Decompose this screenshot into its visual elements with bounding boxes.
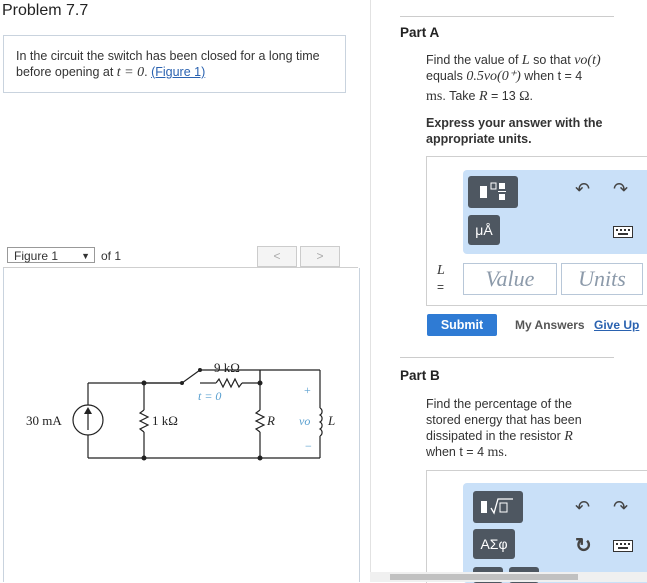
part-b-question-line4: when t = 4 ms.	[426, 445, 508, 460]
part-a-question-line3: ms. Take R = 13 Ω.	[426, 89, 534, 104]
part-b-question-line1: Find the percentage of the	[426, 397, 572, 411]
intro-box: In the circuit the switch has been close…	[3, 35, 346, 93]
figure-count: of 1	[101, 249, 122, 263]
give-up-link[interactable]: Give Up	[594, 318, 639, 332]
part-a-instructions: Express your answer with the appropriate…	[426, 116, 603, 146]
undo-icon[interactable]: ↶	[575, 497, 590, 518]
minus-label: −	[305, 439, 312, 453]
keyboard-icon[interactable]	[613, 226, 633, 238]
answer-variable: L	[437, 263, 445, 278]
answer-panel: Part A Find the value of L so that vo(t)…	[370, 0, 647, 583]
horizontal-scrollbar[interactable]	[370, 572, 647, 582]
units-input[interactable]: Units	[561, 263, 643, 295]
scrollbar-thumb[interactable]	[390, 574, 578, 580]
sqrt-template-icon	[481, 498, 513, 515]
reset-icon[interactable]: ↻	[575, 533, 592, 558]
r2-label: 9 kΩ	[214, 360, 240, 375]
l-label: L	[327, 413, 335, 428]
divider	[400, 16, 614, 17]
vo-label: vo	[299, 414, 310, 428]
divider	[400, 357, 614, 358]
figure-toolbar: Figure 1 ▼ of 1 < >	[3, 245, 358, 268]
math-toolbar-b: ΑΣφ ↶ ↷ ↻	[463, 483, 647, 583]
redo-icon[interactable]: ↷	[613, 179, 628, 200]
templates-tool-button-b[interactable]	[473, 491, 523, 523]
part-a-question-line2: equals 0.5vo(0⁺) when t = 4	[426, 69, 583, 84]
figure-select[interactable]: Figure 1 ▼	[7, 247, 95, 263]
figure-select-value: Figure 1	[14, 249, 59, 263]
part-a-label: Part A	[400, 25, 440, 40]
greek-tool-button[interactable]: ΑΣφ	[473, 529, 515, 559]
switch-label: t = 0	[198, 389, 221, 403]
part-b-question-line2: stored energy that has been	[426, 413, 582, 427]
figure-link[interactable]: (Figure 1)	[151, 65, 205, 79]
intro-math: t = 0	[116, 65, 145, 80]
equals-sign: =	[437, 280, 445, 294]
source-label: 30 mA	[26, 413, 62, 428]
keyboard-icon[interactable]	[613, 540, 633, 552]
plus-label: +	[304, 383, 311, 397]
prev-figure-button[interactable]: <	[257, 246, 297, 267]
redo-icon[interactable]: ↷	[613, 497, 628, 518]
value-input[interactable]: Value	[463, 263, 557, 295]
figure-panel: 30 mA 1 kΩ 9 kΩ t = 0 R + vo − L	[3, 268, 360, 582]
r1-label: 1 kΩ	[152, 413, 178, 428]
math-toolbar: μÅ ↶ ↷	[463, 170, 647, 254]
problem-title: Problem 7.7	[2, 2, 89, 19]
r-label: R	[266, 413, 275, 428]
submit-button[interactable]: Submit	[427, 314, 497, 336]
part-b-answer-box: ΑΣφ ↶ ↷ ↻	[426, 470, 647, 583]
part-a-question-line1: Find the value of L so that vo(t)	[426, 53, 601, 68]
undo-icon[interactable]: ↶	[575, 179, 590, 200]
part-b-label: Part B	[400, 368, 440, 383]
next-figure-button[interactable]: >	[300, 246, 340, 267]
templates-tool-button[interactable]	[468, 176, 518, 208]
templates-icon	[480, 182, 506, 200]
my-answers-link[interactable]: My Answers	[515, 318, 585, 332]
chevron-down-icon: ▼	[81, 251, 90, 261]
part-b-question-line3: dissipated in the resistor R	[426, 429, 573, 444]
units-tool-button[interactable]: μÅ	[468, 215, 500, 245]
circuit-diagram: 30 mA 1 kΩ 9 kΩ t = 0 R + vo − L	[26, 360, 335, 461]
problem-panel: Problem 7.7 In the circuit the switch ha…	[0, 0, 370, 582]
